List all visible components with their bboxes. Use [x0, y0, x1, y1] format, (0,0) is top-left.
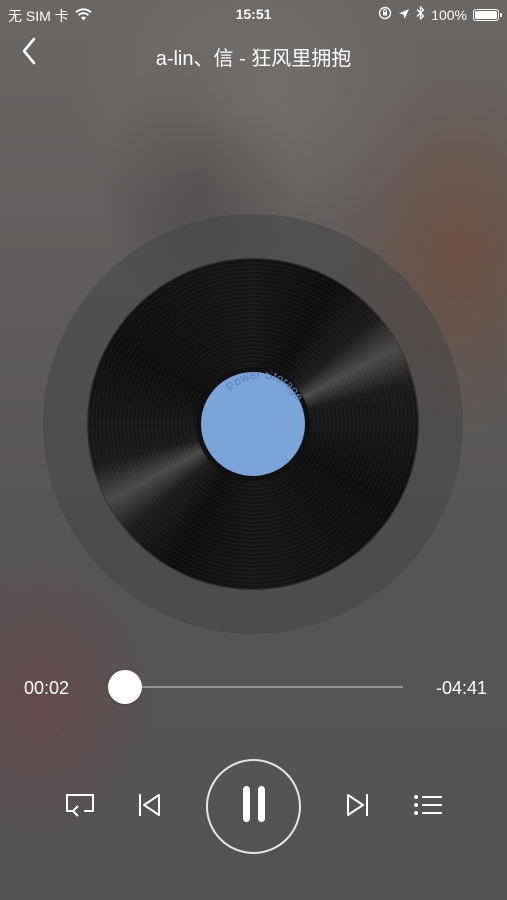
chevron-left-icon: [21, 37, 37, 70]
location-icon: [398, 7, 410, 23]
battery-percent: 100%: [431, 6, 467, 23]
bluetooth-icon: [416, 5, 425, 23]
elapsed-time: 00:02: [24, 678, 70, 698]
vinyl-disc: Power Storage: [88, 259, 418, 589]
next-button[interactable]: [341, 790, 373, 824]
back-button[interactable]: [14, 36, 44, 70]
skip-previous-icon: [137, 792, 163, 823]
playlist-icon: [413, 794, 443, 821]
status-right: 100%: [378, 5, 502, 23]
repeat-icon: [64, 791, 96, 824]
battery-icon: [473, 8, 502, 21]
pause-button[interactable]: [206, 759, 301, 854]
song-title: a-lin、信 - 狂风里拥抱: [155, 48, 352, 70]
lock-rotation-icon: [378, 6, 392, 23]
repeat-button[interactable]: [62, 790, 98, 824]
disc-label: Power Storage: [201, 372, 305, 476]
progress-thumb[interactable]: [107, 670, 142, 704]
previous-button[interactable]: [134, 790, 166, 824]
skip-next-icon: [344, 792, 370, 823]
disc-label-brand: Power Storage: [223, 372, 305, 403]
remaining-time: -04:41: [435, 678, 487, 698]
pause-icon: [239, 784, 269, 829]
playlist-button[interactable]: [410, 790, 446, 824]
disc-label-text: Power Storage: [223, 372, 305, 403]
progress-track[interactable]: [123, 686, 403, 688]
svg-text:Power Storage: Power Storage: [223, 372, 305, 403]
status-bar: 无 SIM 卡 15:51 100%: [0, 0, 507, 28]
